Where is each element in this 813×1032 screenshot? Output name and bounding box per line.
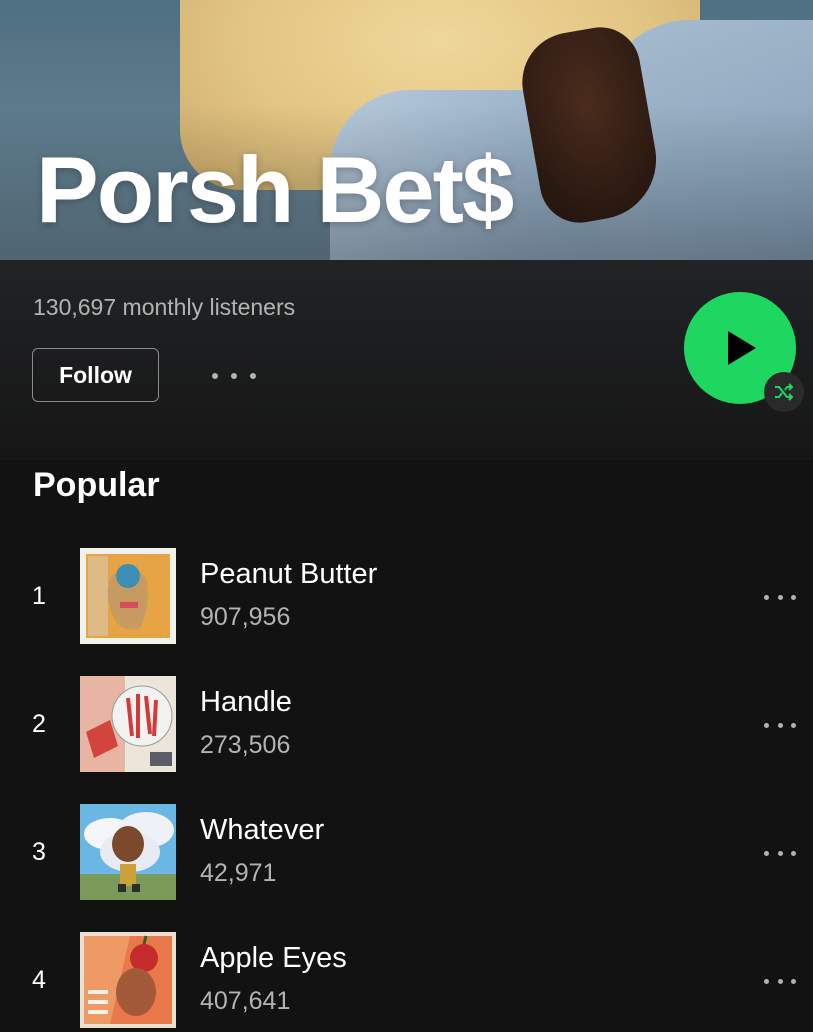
more-options-icon[interactable] <box>764 976 796 986</box>
track-rank: 3 <box>32 838 46 866</box>
more-options-icon[interactable] <box>764 592 796 602</box>
track-title: Peanut Butter <box>200 558 378 590</box>
track-row[interactable]: 4 Apple Eyes 407,641 <box>0 932 813 1028</box>
artist-name: Porsh Bet$ <box>36 137 514 242</box>
track-play-count: 407,641 <box>200 987 291 1015</box>
track-row[interactable]: 1 Peanut Butter 907,956 <box>0 548 813 644</box>
track-title: Handle <box>200 686 292 718</box>
shuffle-icon <box>775 383 794 401</box>
monthly-listeners: 130,697 monthly listeners <box>33 294 296 320</box>
album-cover <box>80 932 176 1028</box>
follow-button[interactable]: Follow <box>32 348 159 402</box>
track-rank: 1 <box>32 582 46 610</box>
more-options-icon[interactable] <box>212 362 256 390</box>
track-title: Whatever <box>200 814 325 846</box>
popular-section-title: Popular <box>33 466 160 504</box>
album-cover <box>80 804 176 900</box>
track-rank: 2 <box>32 710 46 738</box>
track-row[interactable]: 3 Whatever 42,971 <box>0 804 813 900</box>
play-icon <box>728 331 756 365</box>
album-cover <box>80 548 176 644</box>
track-rank: 4 <box>32 966 46 994</box>
more-options-icon[interactable] <box>764 848 796 858</box>
track-play-count: 907,956 <box>200 603 291 631</box>
track-row[interactable]: 2 Handle 273,506 <box>0 676 813 772</box>
track-play-count: 42,971 <box>200 859 277 887</box>
shuffle-button[interactable] <box>764 372 804 412</box>
more-options-icon[interactable] <box>764 720 796 730</box>
track-play-count: 273,506 <box>200 731 291 759</box>
track-title: Apple Eyes <box>200 942 347 974</box>
album-cover <box>80 676 176 772</box>
